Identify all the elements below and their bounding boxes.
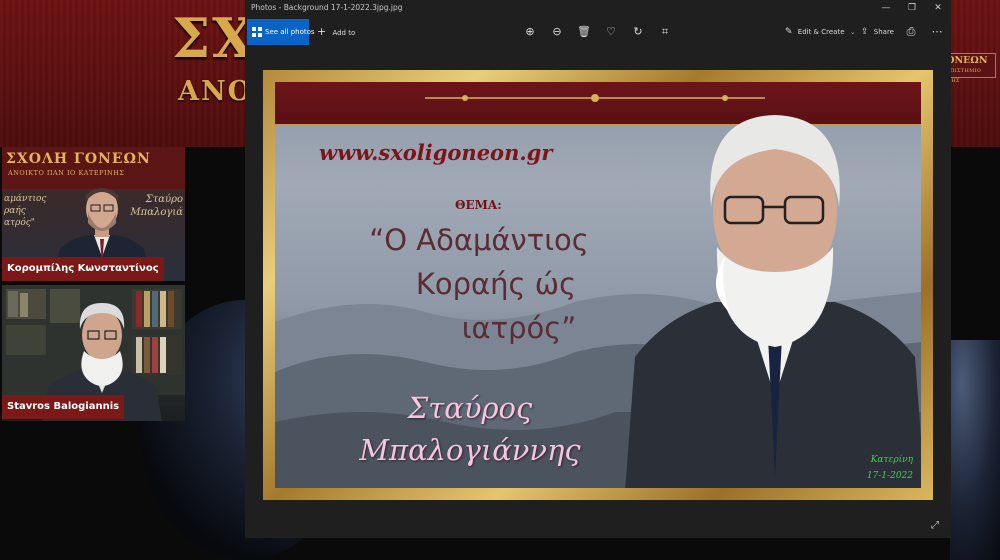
earth-graphic-right xyxy=(950,340,1000,560)
topic-title: “Ο Αδαμάντιος Κοραής ώς ιατρός” xyxy=(279,218,679,350)
topic-line: ιατρός” xyxy=(461,311,577,345)
bg-text-line: αμάντιος xyxy=(4,194,47,204)
add-to-label: Add to xyxy=(332,29,356,37)
more-icon[interactable]: ⋯ xyxy=(930,25,944,39)
share-label: Share xyxy=(873,28,894,36)
photos-grid-icon xyxy=(252,27,262,37)
edit-create-label: Edit & Create xyxy=(797,28,845,36)
topic-label: ΘΕΜΑ: xyxy=(455,198,502,212)
displayed-photo-frame: www.sxoligoneon.gr ΘΕΜΑ: “Ο Αδαμάντιος Κ… xyxy=(263,70,933,500)
photos-toolbar: See all photos + Add to ⊕ ⊖ 🗑 ♡ ↻ ⌗ ✎ Ed… xyxy=(245,17,951,47)
zoom-in-icon[interactable]: ⊕ xyxy=(523,25,537,39)
stage-subtitle: ΑΝΟ xyxy=(178,76,254,107)
bg-text-line: ατρός" xyxy=(4,218,35,228)
bg-text-line: ραής xyxy=(4,206,26,216)
website-text: www.sxoligoneon.gr xyxy=(319,140,553,165)
rotate-icon[interactable]: ↻ xyxy=(631,25,645,39)
share-icon: ⇪ xyxy=(861,27,869,37)
edit-icon: ✎ xyxy=(785,27,793,37)
expand-icon[interactable]: ⤢ xyxy=(931,520,943,532)
topic-line: Κοραής ώς xyxy=(415,267,577,301)
participant-tile-2[interactable]: Stavros Balogiannis xyxy=(2,285,185,421)
participant-1-banner-title: ΣΧΟΛΗ ΓΟΝΕΩΝ xyxy=(6,151,151,167)
place-date: Κατερίνη 17-1-2022 xyxy=(867,452,913,484)
zoom-out-icon[interactable]: ⊖ xyxy=(550,25,564,39)
place-text: Κατερίνη xyxy=(870,455,913,465)
displayed-photo: www.sxoligoneon.gr ΘΕΜΑ: “Ο Αδαμάντιος Κ… xyxy=(275,82,921,488)
stage-title: ΣΧ xyxy=(172,6,257,70)
minimize-icon[interactable]: — xyxy=(877,1,895,15)
window-titlebar[interactable]: Photos - Background 17-1-2022.3jpg.jpg —… xyxy=(245,0,951,17)
speaker-portrait xyxy=(625,115,921,488)
participant-2-name-tag: Stavros Balogiannis xyxy=(2,395,125,419)
window-title: Photos - Background 17-1-2022.3jpg.jpg xyxy=(251,3,403,12)
favorite-icon[interactable]: ♡ xyxy=(604,25,618,39)
see-all-photos-label: See all photos xyxy=(265,28,315,36)
speaker-line: Μπαλογιάννης xyxy=(359,433,581,467)
participant-1-bg-text-left: αμάντιος ραής ατρός" xyxy=(4,193,46,229)
crop-icon[interactable]: ⌗ xyxy=(658,25,672,39)
topic-line: “Ο Αδαμάντιος xyxy=(369,223,589,257)
edit-create-button[interactable]: ✎ Edit & Create ⌄ xyxy=(785,19,856,45)
chevron-down-icon: ⌄ xyxy=(849,28,856,36)
participant-1-banner-subtitle: ΑΝΟΙΚΤΟ ΠΑΝ ΙΟ ΚΑΤΕΡΙΝΗΣ xyxy=(8,169,125,177)
close-icon[interactable]: ✕ xyxy=(929,1,947,15)
participant-1-name-tag: Κορομπίλης Κωνσταντίνος xyxy=(2,257,164,281)
add-to-button[interactable]: + Add to xyxy=(317,19,355,45)
photos-window: Photos - Background 17-1-2022.3jpg.jpg —… xyxy=(245,0,951,538)
see-all-photos-button[interactable]: See all photos xyxy=(247,19,315,45)
plus-icon: + xyxy=(317,25,327,38)
speaker-line: Σταύρος xyxy=(407,391,533,425)
share-button[interactable]: ⇪ Share xyxy=(861,19,894,45)
maximize-icon[interactable]: ❐ xyxy=(903,1,921,15)
participant-1-background-banner: ΣΧΟΛΗ ΓΟΝΕΩΝ ΑΝΟΙΚΤΟ ΠΑΝ ΙΟ ΚΑΤΕΡΙΝΗΣ xyxy=(2,147,185,189)
speaker-name: Σταύρος Μπαλογιάννης xyxy=(305,387,635,471)
delete-icon[interactable]: 🗑 xyxy=(577,25,591,39)
date-text: 17-1-2022 xyxy=(866,471,913,481)
print-icon[interactable]: ⎙ xyxy=(904,25,918,39)
participant-tile-1[interactable]: ΣΧΟΛΗ ΓΟΝΕΩΝ ΑΝΟΙΚΤΟ ΠΑΝ ΙΟ ΚΑΤΕΡΙΝΗΣ αμ… xyxy=(2,147,185,281)
